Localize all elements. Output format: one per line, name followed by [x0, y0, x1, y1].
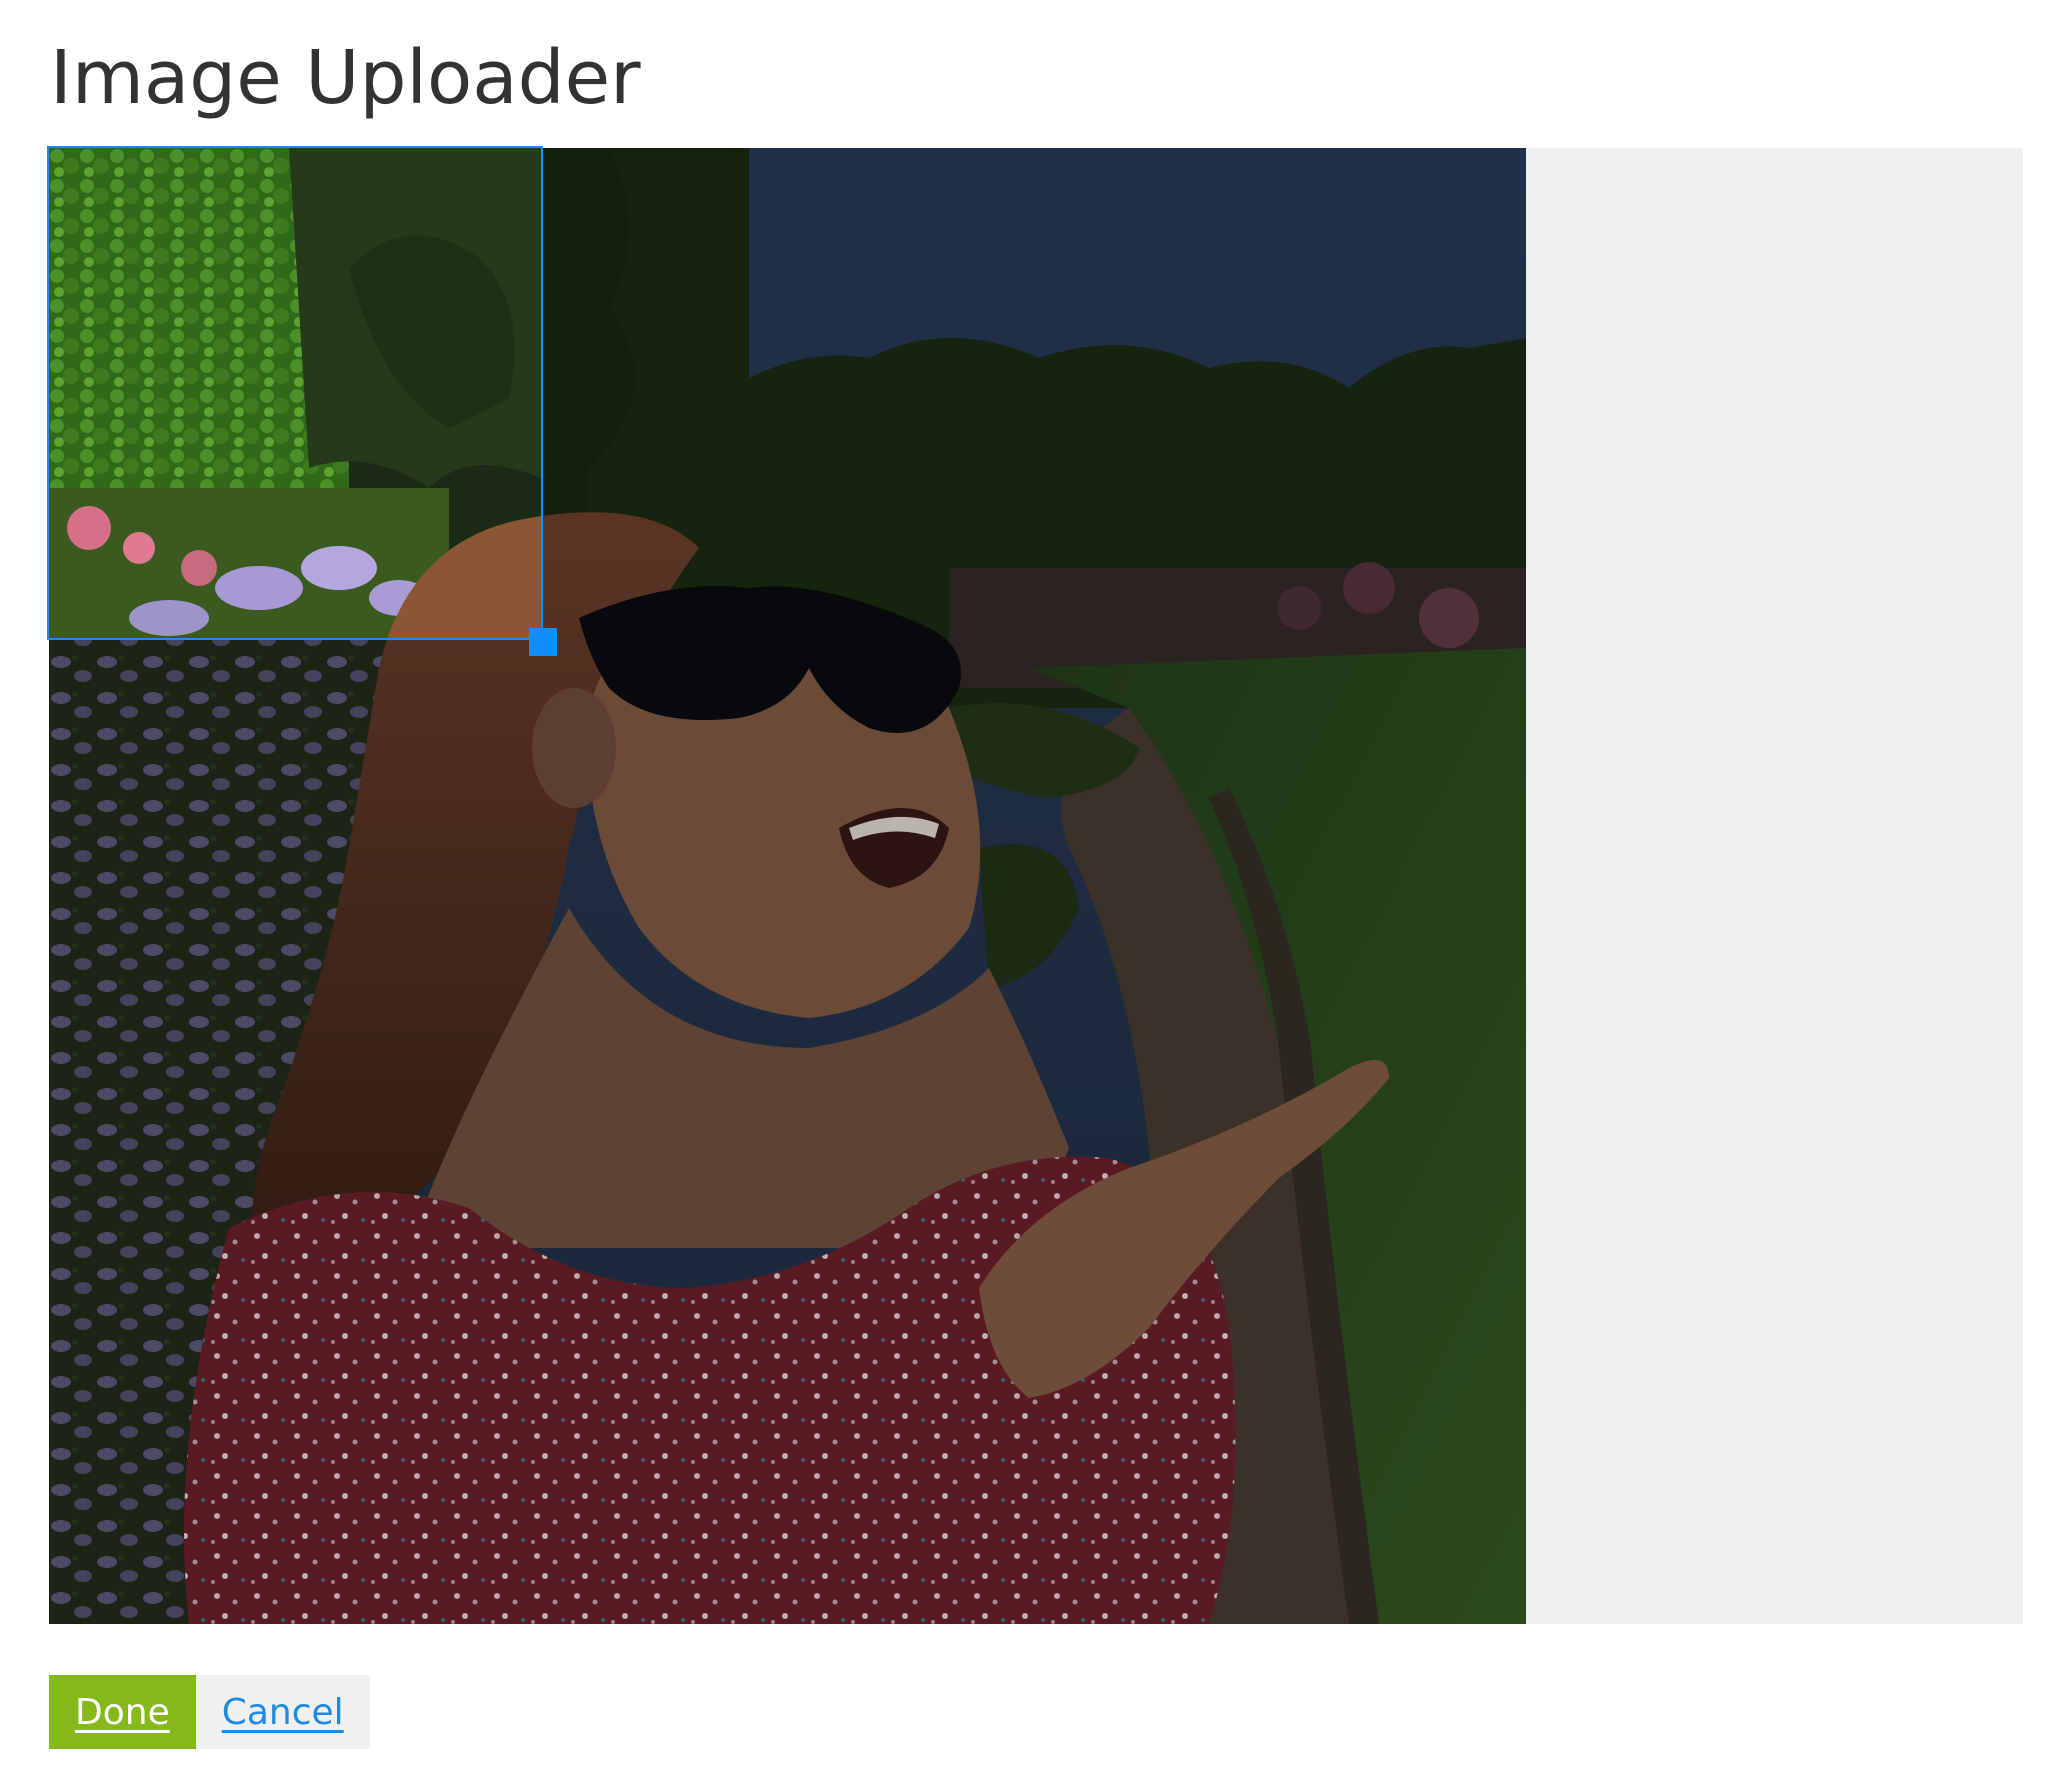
done-button[interactable]: Done [49, 1675, 196, 1749]
image-crop-area[interactable] [47, 146, 2023, 1624]
action-bar: Done Cancel [49, 1675, 370, 1749]
cancel-button[interactable]: Cancel [195, 1675, 370, 1749]
crop-resize-handle[interactable] [529, 628, 557, 656]
crop-selection-box[interactable] [47, 146, 543, 640]
page-title: Image Uploader [50, 35, 641, 121]
